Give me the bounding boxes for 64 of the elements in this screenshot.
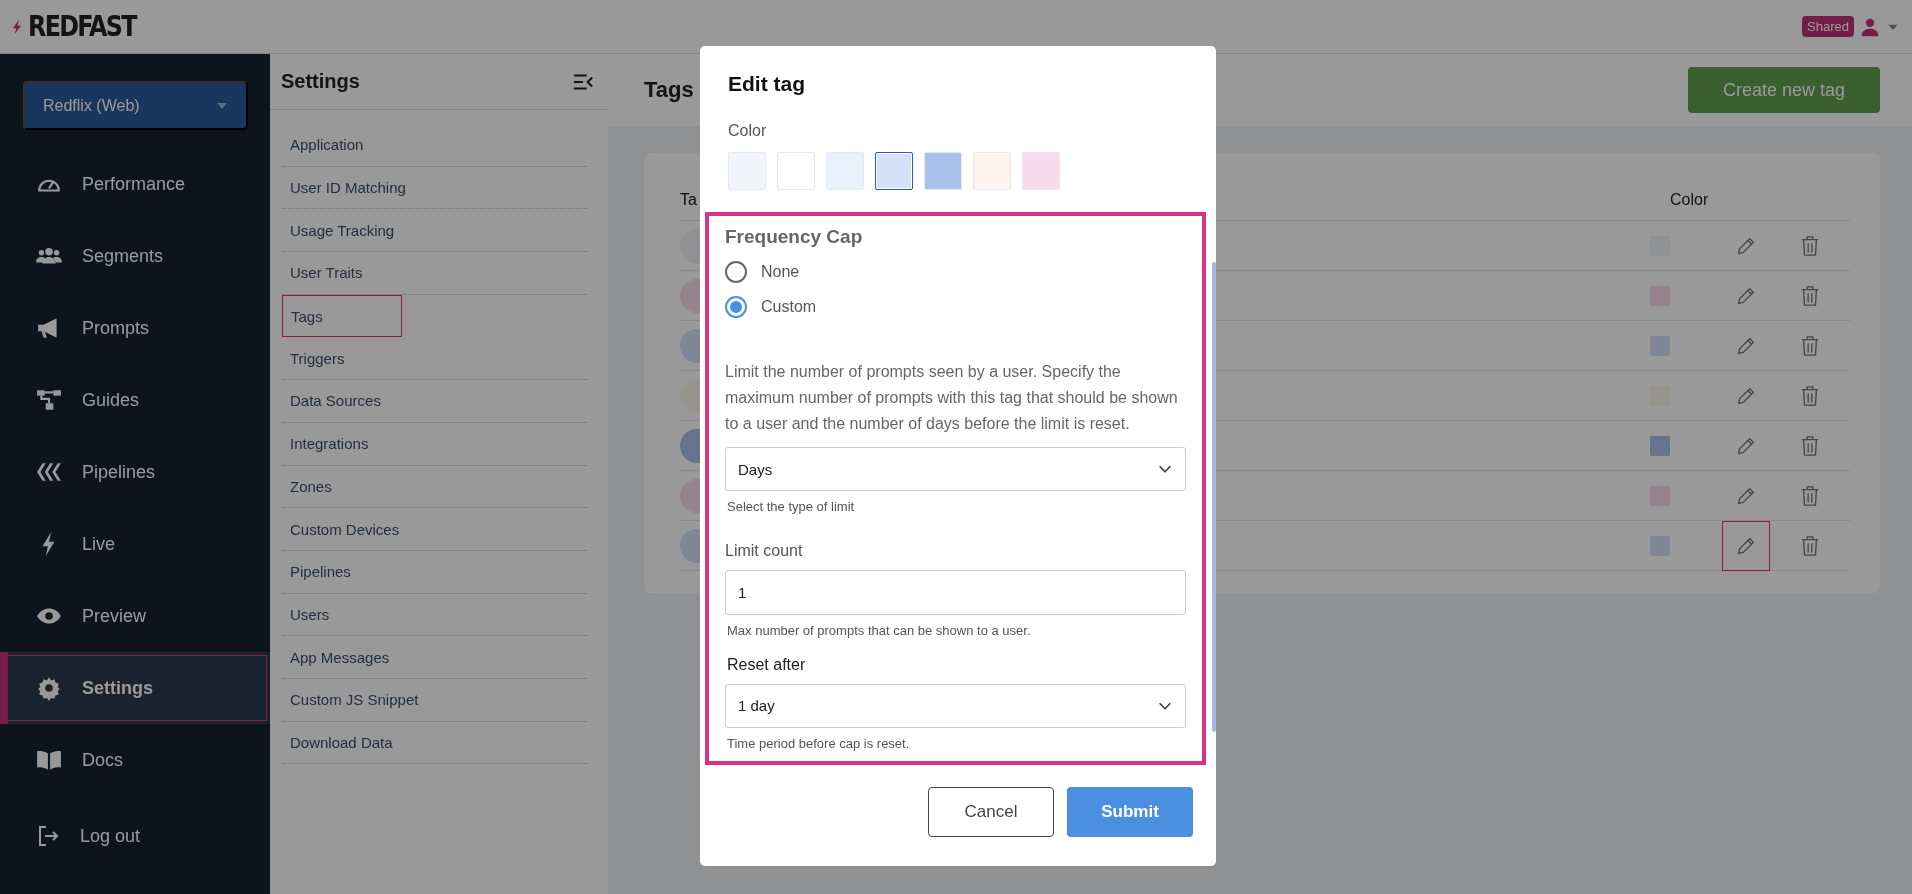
- settings-menu-item[interactable]: Usage Tracking: [282, 209, 587, 253]
- scrollbar[interactable]: [1212, 262, 1216, 732]
- dialog-title: Edit tag: [727, 72, 806, 96]
- radio-option[interactable]: None: [725, 260, 1186, 284]
- helper-text: Max number of prompts that can be shown to a user.: [727, 622, 1032, 638]
- dropdown-field[interactable]: Days: [725, 447, 1186, 492]
- settings-icon: [36, 675, 62, 701]
- flowchart-icon: [36, 387, 62, 413]
- trash-icon: [1799, 534, 1821, 557]
- settings-menu-item[interactable]: Tags: [282, 294, 402, 338]
- nav-item[interactable]: Pipelines: [0, 436, 270, 508]
- dropdown-field[interactable]: 1 day: [725, 683, 1186, 728]
- app-selector[interactable]: Redflix (Web): [23, 81, 248, 130]
- settings-menu-item[interactable]: Users: [282, 593, 587, 637]
- page-title: Tags: [644, 77, 694, 103]
- description-text: Limit the number of prompts seen by a user. Specify the maximum number of prompts with this tag that should be shown to a user and the number of days before the limit is reset.: [725, 362, 1179, 435]
- edit-button[interactable]: [1722, 520, 1770, 571]
- settings-menu-item[interactable]: Triggers: [282, 337, 587, 381]
- column-header: Ta: [680, 190, 698, 209]
- settings-menu-item[interactable]: User ID Matching: [282, 166, 587, 210]
- settings-menu-item[interactable]: Integrations: [282, 422, 587, 466]
- nav-item[interactable]: Settings: [0, 652, 270, 724]
- input-field[interactable]: 1: [725, 570, 1186, 615]
- nav-item[interactable]: Docs: [0, 724, 270, 796]
- settings-menu-item[interactable]: Application: [282, 124, 587, 167]
- nav-item[interactable]: Performance: [0, 148, 270, 220]
- trash-icon: [1799, 384, 1821, 407]
- app-selector-value: Redflix (Web): [43, 96, 140, 115]
- logo-text: REDFAST: [28, 10, 136, 43]
- shared-badge: Shared: [1802, 16, 1854, 37]
- trash-icon: [1799, 334, 1821, 357]
- nav-item[interactable]: Prompts: [0, 292, 270, 364]
- color-option[interactable]: [875, 152, 913, 190]
- field-label: Color: [727, 122, 768, 140]
- settings-menu-item[interactable]: Data Sources: [282, 380, 587, 423]
- trash-icon: [1799, 284, 1821, 307]
- section-title: Frequency Cap: [725, 226, 864, 248]
- settings-menu-item[interactable]: Download Data: [282, 721, 587, 765]
- submit-button[interactable]: Submit: [1067, 787, 1193, 837]
- nav-item[interactable]: Segments: [0, 220, 270, 292]
- helper-text: Select the type of limit: [727, 499, 856, 515]
- cancel-button[interactable]: Cancel: [928, 787, 1054, 837]
- field-label: Limit count: [725, 542, 804, 561]
- settings-menu-item[interactable]: User Traits: [282, 252, 587, 295]
- settings-menu-item[interactable]: Pipelines: [282, 550, 587, 594]
- settings-menu-item[interactable]: Custom Devices: [282, 508, 587, 551]
- field-label: Reset after: [727, 655, 807, 674]
- trash-icon: [1799, 434, 1821, 457]
- nav-item[interactable]: Preview: [0, 580, 270, 652]
- column-header: Color: [1670, 190, 1710, 209]
- trash-icon: [1799, 234, 1821, 257]
- logout-icon: [36, 824, 60, 848]
- settings-menu-item[interactable]: Custom JS Snippet: [282, 678, 587, 722]
- user-icon[interactable]: [1860, 16, 1880, 37]
- nav-item[interactable]: Live: [0, 508, 270, 580]
- panel-title: Settings: [281, 70, 360, 93]
- trash-icon: [1799, 484, 1821, 507]
- logout-link[interactable]: Log out: [0, 800, 270, 872]
- helper-text: Time period before cap is reset.: [727, 736, 911, 751]
- create-tag-button[interactable]: Create new tag: [1687, 67, 1880, 113]
- settings-menu-item[interactable]: App Messages: [282, 636, 587, 679]
- radio-option[interactable]: Custom: [725, 295, 1186, 320]
- nav-item[interactable]: Guides: [0, 364, 270, 436]
- settings-menu-item[interactable]: Zones: [282, 465, 587, 509]
